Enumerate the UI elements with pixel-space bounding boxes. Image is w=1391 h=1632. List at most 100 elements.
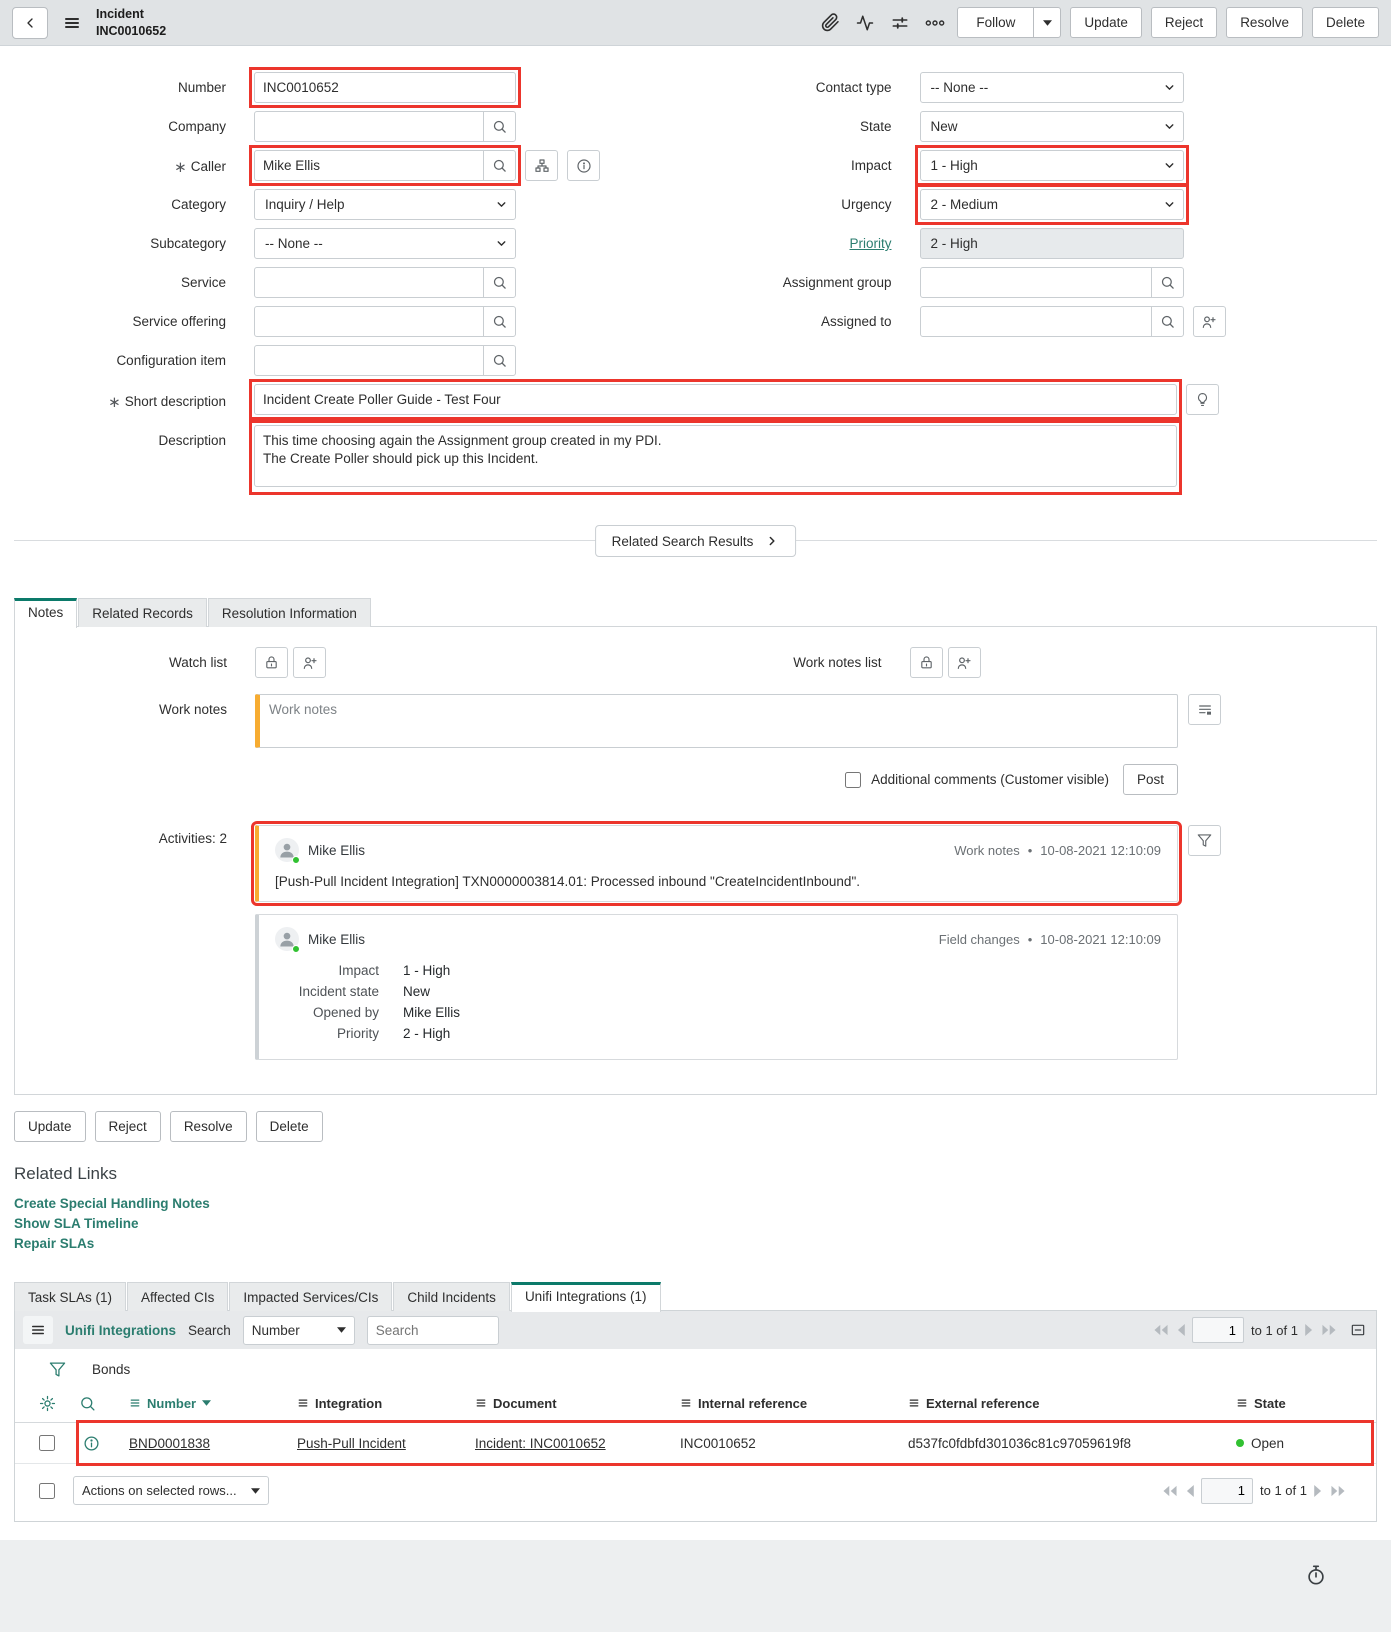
work-notes-list-add-me-button[interactable] — [947, 647, 981, 678]
assignment-group-input[interactable] — [919, 267, 1152, 298]
service-lookup-button[interactable] — [483, 267, 516, 298]
select-all-checkbox[interactable] — [39, 1482, 55, 1499]
bond-number-link[interactable]: BND0001838 — [129, 1436, 210, 1451]
person-add-icon — [1201, 314, 1217, 330]
caller-lookup-button[interactable] — [483, 150, 516, 181]
next-page-button[interactable] — [1305, 1324, 1314, 1336]
update-button-footer[interactable]: Update — [14, 1111, 86, 1142]
caller-input[interactable] — [254, 150, 484, 181]
search-column-select[interactable]: Number — [242, 1315, 355, 1345]
link-repair-slas[interactable]: Repair SLAs — [14, 1236, 1377, 1251]
last-page-button[interactable] — [1330, 1485, 1346, 1497]
contact-type-select[interactable]: -- None -- — [919, 72, 1184, 103]
assign-to-me-button[interactable] — [1192, 306, 1226, 337]
category-select[interactable]: Inquiry / Help — [254, 189, 516, 220]
collapse-list-button[interactable] — [1348, 1322, 1368, 1338]
form-context-menu-button[interactable] — [58, 11, 86, 35]
post-button[interactable]: Post — [1122, 764, 1178, 795]
toggle-activity-stream-button[interactable] — [1188, 694, 1221, 725]
row-preview-button[interactable] — [83, 1435, 100, 1452]
attachment-button[interactable] — [818, 10, 843, 35]
actions-on-selected-rows-select[interactable]: Actions on selected rows... — [73, 1476, 269, 1505]
previous-page-button[interactable] — [1185, 1484, 1194, 1497]
follow-dropdown-button[interactable] — [1033, 7, 1062, 38]
tab-impacted-services[interactable]: Impacted Services/CIs — [229, 1282, 393, 1311]
link-show-sla-timeline[interactable]: Show SLA Timeline — [14, 1216, 1377, 1231]
column-header-external-reference[interactable]: External reference — [908, 1396, 1236, 1411]
page-number-input[interactable] — [1192, 1317, 1245, 1343]
description-textarea[interactable]: This time choosing again the Assignment … — [254, 425, 1177, 487]
reject-button-header[interactable]: Reject — [1150, 7, 1218, 38]
tab-unifi-integrations[interactable]: Unifi Integrations (1) — [510, 1282, 661, 1312]
resolve-button-header[interactable]: Resolve — [1226, 7, 1303, 38]
integration-link[interactable]: Push-Pull Incident — [297, 1436, 406, 1451]
last-page-button[interactable] — [1321, 1324, 1337, 1336]
delete-button-footer[interactable]: Delete — [255, 1111, 323, 1142]
list-personalize-button[interactable] — [39, 1395, 56, 1412]
configuration-item-input[interactable] — [254, 345, 484, 376]
tab-notes[interactable]: Notes — [14, 598, 78, 628]
back-button[interactable] — [12, 6, 48, 39]
assigned-to-input[interactable] — [919, 306, 1152, 337]
column-header-state[interactable]: State — [1236, 1396, 1371, 1411]
work-notes-list-lock-button[interactable] — [909, 647, 943, 678]
resolve-button-footer[interactable]: Resolve — [169, 1111, 247, 1142]
assignment-group-lookup-button[interactable] — [1150, 267, 1184, 298]
watch-list-lock-button[interactable] — [255, 647, 288, 678]
first-page-button[interactable] — [1153, 1324, 1169, 1336]
page-number-input[interactable] — [1201, 1477, 1254, 1504]
column-header-number[interactable]: Number — [129, 1396, 297, 1411]
urgency-select[interactable]: 2 - Medium — [919, 189, 1184, 220]
company-input[interactable] — [254, 111, 484, 142]
caller-preview-button[interactable] — [567, 150, 600, 181]
update-button-header[interactable]: Update — [1070, 7, 1142, 38]
state-select[interactable]: New — [919, 111, 1184, 142]
impact-select[interactable]: 1 - High — [919, 150, 1184, 181]
column-header-internal-reference[interactable]: Internal reference — [680, 1396, 908, 1411]
list-search-input[interactable] — [366, 1315, 499, 1345]
tab-resolution-information[interactable]: Resolution Information — [207, 598, 371, 627]
short-description-input[interactable] — [254, 384, 1177, 415]
list-search-row-button[interactable] — [79, 1395, 96, 1412]
tab-task-slas[interactable]: Task SLAs (1) — [14, 1282, 127, 1311]
related-search-results-button[interactable]: Related Search Results — [594, 525, 797, 557]
column-header-document[interactable]: Document — [475, 1396, 680, 1411]
follow-button[interactable]: Follow — [957, 7, 1035, 38]
column-header-integration[interactable]: Integration — [297, 1396, 475, 1411]
previous-page-button[interactable] — [1176, 1324, 1185, 1336]
priority-link[interactable]: Priority — [849, 236, 891, 251]
watch-list-add-me-button[interactable] — [293, 647, 326, 678]
list-context-menu-button[interactable] — [23, 1316, 53, 1344]
link-create-special-handling-notes[interactable]: Create Special Handling Notes — [14, 1196, 1377, 1211]
assigned-to-lookup-button[interactable] — [1150, 306, 1184, 337]
tab-related-records[interactable]: Related Records — [78, 598, 207, 627]
row-select-checkbox[interactable] — [39, 1435, 55, 1451]
double-chevron-right-icon — [1330, 1485, 1346, 1497]
additional-comments-checkbox[interactable] — [845, 771, 862, 788]
number-input[interactable] — [254, 72, 516, 103]
double-chevron-left-icon — [1153, 1324, 1169, 1336]
delete-button-header[interactable]: Delete — [1311, 7, 1379, 38]
subcategory-select[interactable]: -- None -- — [254, 228, 516, 259]
document-link[interactable]: Incident: INC0010652 — [475, 1436, 606, 1451]
tab-affected-cis[interactable]: Affected CIs — [127, 1282, 229, 1311]
service-offering-input[interactable] — [254, 306, 484, 337]
reject-button-footer[interactable]: Reject — [94, 1111, 161, 1142]
activity-filter-button[interactable] — [1188, 825, 1221, 856]
work-notes-textarea[interactable] — [255, 694, 1178, 748]
more-options-button[interactable] — [922, 16, 948, 30]
service-input[interactable] — [254, 267, 484, 298]
filter-funnel-icon[interactable] — [49, 1361, 66, 1378]
suggestion-button[interactable] — [1186, 384, 1219, 415]
response-time-button[interactable] — [1299, 1562, 1333, 1588]
caller-related-records-button[interactable] — [525, 150, 558, 181]
service-offering-lookup-button[interactable] — [483, 306, 516, 337]
configuration-item-lookup-button[interactable] — [483, 345, 516, 376]
company-lookup-button[interactable] — [483, 111, 516, 142]
search-icon — [79, 1395, 96, 1412]
tab-child-incidents[interactable]: Child Incidents — [393, 1282, 510, 1311]
next-page-button[interactable] — [1314, 1484, 1323, 1497]
personalize-form-button[interactable] — [852, 11, 878, 35]
first-page-button[interactable] — [1162, 1485, 1178, 1497]
form-settings-button[interactable] — [887, 11, 913, 35]
